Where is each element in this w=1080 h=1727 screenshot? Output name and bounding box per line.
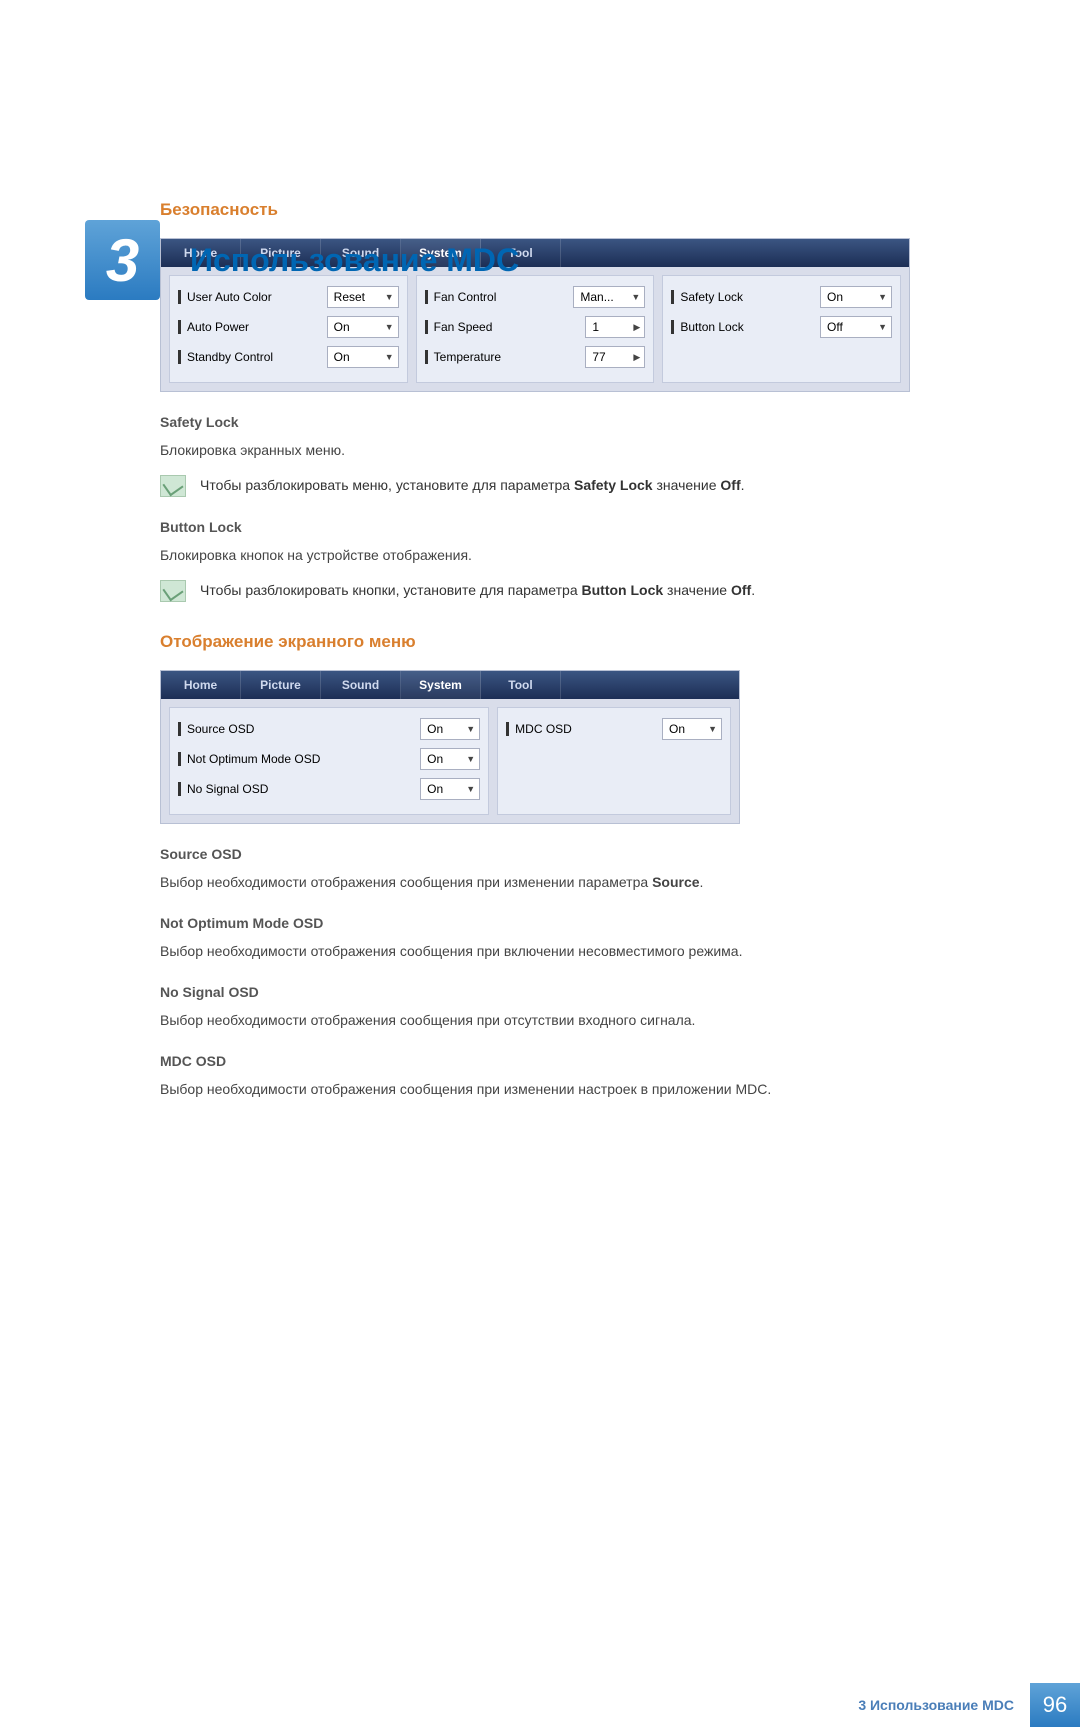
col-lock: Safety Lock On ▼ Button Lock Off ▼ <box>662 275 901 383</box>
indicator-bar <box>178 782 181 796</box>
dropdown-mdc-osd[interactable]: On ▼ <box>662 718 722 740</box>
chevron-down-icon: ▼ <box>627 292 640 302</box>
label-standby-control: Standby Control <box>187 350 321 364</box>
chevron-down-icon: ▼ <box>874 292 887 302</box>
row-no-signal-osd: No Signal OSD On ▼ <box>178 774 480 804</box>
stepper-temperature[interactable]: 77 ▶ <box>585 346 645 368</box>
tabbar: Home Picture Sound System Tool <box>161 671 739 699</box>
tab-system[interactable]: System <box>401 671 481 699</box>
row-auto-power: Auto Power On ▼ <box>178 312 399 342</box>
indicator-bar <box>425 350 428 364</box>
label-no-signal-osd: No Signal OSD <box>187 782 414 796</box>
label-button-lock: Button Lock <box>680 320 814 334</box>
dropdown-fan-control[interactable]: Man... ▼ <box>573 286 645 308</box>
label-auto-power: Auto Power <box>187 320 321 334</box>
note-icon <box>160 475 186 497</box>
not-optimum-body: Выбор необходимости отображения сообщени… <box>160 941 960 962</box>
label-not-optimum-mode-osd: Not Optimum Mode OSD <box>187 752 414 766</box>
chevron-down-icon: ▼ <box>381 352 394 362</box>
indicator-bar <box>671 290 674 304</box>
label-fan-speed: Fan Speed <box>434 320 580 334</box>
source-osd-heading: Source OSD <box>160 846 960 862</box>
chevron-right-icon: ▶ <box>629 352 640 363</box>
indicator-bar <box>178 722 181 736</box>
page-number-badge: 96 <box>1030 1683 1080 1727</box>
dropdown-source-osd[interactable]: On ▼ <box>420 718 480 740</box>
page-number: 96 <box>1043 1692 1067 1718</box>
chevron-down-icon: ▼ <box>462 784 475 794</box>
row-button-lock: Button Lock Off ▼ <box>671 312 892 342</box>
label-temperature: Temperature <box>434 350 580 364</box>
tab-home[interactable]: Home <box>161 671 241 699</box>
osd-panel: Home Picture Sound System Tool Source OS… <box>160 670 740 824</box>
row-fan-speed: Fan Speed 1 ▶ <box>425 312 646 342</box>
source-osd-body: Выбор необходимости отображения сообщени… <box>160 872 960 893</box>
page-footer: 3 Использование MDC 96 <box>0 1683 1080 1727</box>
no-signal-heading: No Signal OSD <box>160 984 960 1000</box>
button-lock-heading: Button Lock <box>160 519 960 535</box>
chapter-badge: 3 <box>85 220 160 300</box>
dropdown-auto-power[interactable]: On ▼ <box>327 316 399 338</box>
row-temperature: Temperature 77 ▶ <box>425 342 646 372</box>
indicator-bar <box>671 320 674 334</box>
row-not-optimum-mode-osd: Not Optimum Mode OSD On ▼ <box>178 744 480 774</box>
section-safety-heading: Безопасность <box>160 200 960 220</box>
mdc-osd-body: Выбор необходимости отображения сообщени… <box>160 1079 960 1100</box>
row-safety-lock: Safety Lock On ▼ <box>671 282 892 312</box>
no-signal-body: Выбор необходимости отображения сообщени… <box>160 1010 960 1031</box>
dropdown-safety-lock[interactable]: On ▼ <box>820 286 892 308</box>
safety-lock-note: Чтобы разблокировать меню, установите дл… <box>160 475 960 497</box>
footer-crumb: 3 Использование MDC <box>858 1697 1026 1713</box>
indicator-bar <box>178 350 181 364</box>
tab-tool[interactable]: Tool <box>481 671 561 699</box>
label-mdc-osd: MDC OSD <box>515 722 656 736</box>
chevron-down-icon: ▼ <box>381 322 394 332</box>
note-text: Чтобы разблокировать кнопки, установите … <box>200 580 755 601</box>
chapter-number: 3 <box>106 226 139 295</box>
dropdown-not-optimum-mode-osd[interactable]: On ▼ <box>420 748 480 770</box>
tab-sound[interactable]: Sound <box>321 671 401 699</box>
note-text: Чтобы разблокировать меню, установите дл… <box>200 475 745 496</box>
stepper-fan-speed[interactable]: 1 ▶ <box>585 316 645 338</box>
dropdown-no-signal-osd[interactable]: On ▼ <box>420 778 480 800</box>
mdc-osd-heading: MDC OSD <box>160 1053 960 1069</box>
chevron-down-icon: ▼ <box>462 724 475 734</box>
safety-lock-body: Блокировка экранных меню. <box>160 440 960 461</box>
indicator-bar <box>178 320 181 334</box>
row-mdc-osd: MDC OSD On ▼ <box>506 714 722 744</box>
label-safety-lock: Safety Lock <box>680 290 814 304</box>
indicator-bar <box>178 290 181 304</box>
button-lock-note: Чтобы разблокировать кнопки, установите … <box>160 580 960 602</box>
button-lock-body: Блокировка кнопок на устройстве отображе… <box>160 545 960 566</box>
tab-picture[interactable]: Picture <box>241 671 321 699</box>
col-osd-left: Source OSD On ▼ Not Optimum Mode OSD On … <box>169 707 489 815</box>
indicator-bar <box>506 722 509 736</box>
section-osd-heading: Отображение экранного меню <box>160 632 960 652</box>
safety-lock-heading: Safety Lock <box>160 414 960 430</box>
col-osd-right: MDC OSD On ▼ <box>497 707 731 815</box>
chevron-down-icon: ▼ <box>462 754 475 764</box>
row-standby-control: Standby Control On ▼ <box>178 342 399 372</box>
chevron-down-icon: ▼ <box>874 322 887 332</box>
chevron-down-icon: ▼ <box>704 724 717 734</box>
note-icon <box>160 580 186 602</box>
dropdown-standby-control[interactable]: On ▼ <box>327 346 399 368</box>
indicator-bar <box>425 320 428 334</box>
chevron-right-icon: ▶ <box>629 322 640 333</box>
page-title: Использование MDC <box>190 220 519 300</box>
indicator-bar <box>178 752 181 766</box>
dropdown-button-lock[interactable]: Off ▼ <box>820 316 892 338</box>
not-optimum-heading: Not Optimum Mode OSD <box>160 915 960 931</box>
label-source-osd: Source OSD <box>187 722 414 736</box>
row-source-osd: Source OSD On ▼ <box>178 714 480 744</box>
